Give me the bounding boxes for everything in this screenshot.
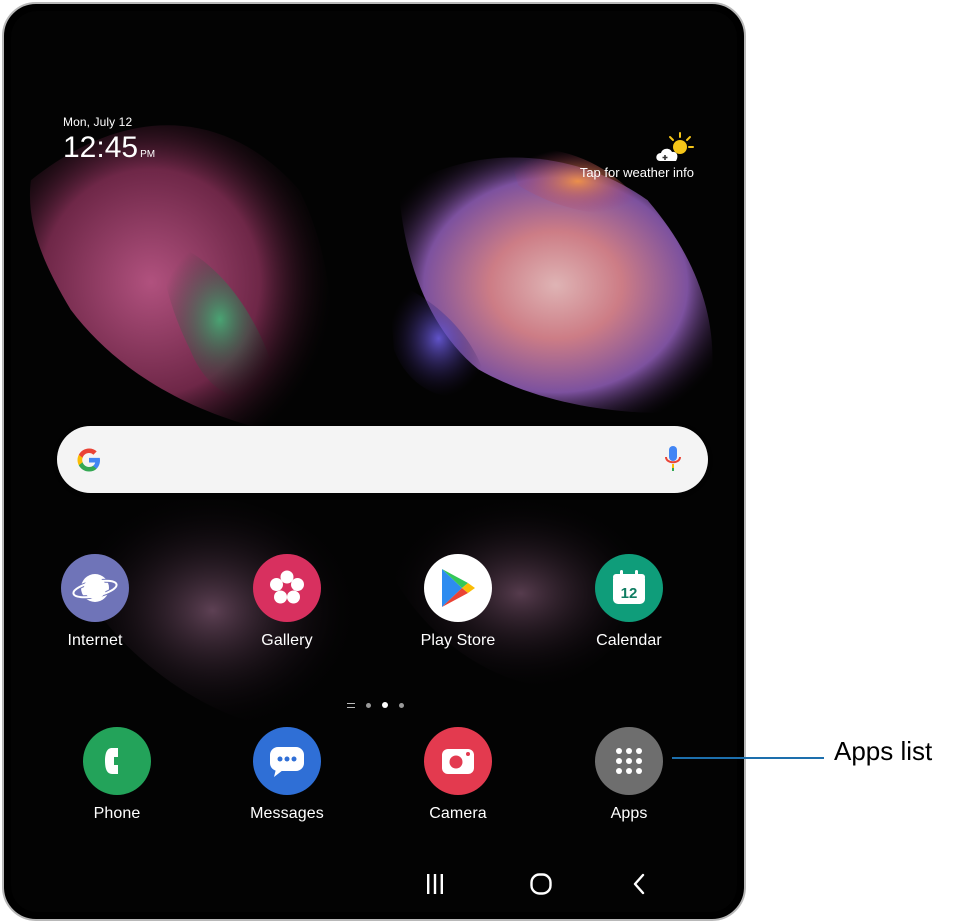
apps-grid-icon bbox=[595, 727, 663, 795]
callout-line bbox=[672, 757, 824, 759]
page-dot bbox=[366, 702, 371, 708]
home-screen: Mon, July 12 12:45 PM Tap for weather inf… bbox=[11, 11, 737, 912]
clock-time-value: 12:45 bbox=[63, 131, 139, 164]
page-dot-active bbox=[382, 702, 388, 708]
app-calendar[interactable]: 12 Calendar bbox=[569, 554, 689, 650]
microphone-icon[interactable] bbox=[664, 444, 682, 474]
app-apps[interactable]: Apps bbox=[569, 727, 689, 823]
recents-icon[interactable] bbox=[426, 872, 444, 896]
clock-widget[interactable]: Mon, July 12 12:45 PM bbox=[63, 115, 155, 165]
app-label: Gallery bbox=[261, 632, 313, 649]
messages-icon bbox=[253, 727, 321, 795]
phone-device: Mon, July 12 12:45 PM Tap for weather inf… bbox=[2, 2, 746, 921]
app-label: Messages bbox=[250, 805, 324, 822]
app-label: Apps bbox=[610, 805, 648, 822]
page-indicator[interactable] bbox=[347, 699, 404, 711]
app-messages[interactable]: Messages bbox=[227, 727, 347, 823]
home-icon[interactable] bbox=[529, 872, 553, 896]
app-label: Play Store bbox=[420, 632, 496, 649]
internet-icon bbox=[61, 554, 129, 622]
app-internet[interactable]: Internet bbox=[35, 554, 155, 650]
calendar-day: 12 bbox=[621, 585, 638, 602]
app-camera[interactable]: Camera bbox=[398, 727, 518, 823]
google-g-icon bbox=[77, 448, 100, 472]
app-label: Phone bbox=[93, 805, 141, 822]
gallery-flower-icon bbox=[253, 554, 321, 622]
app-gallery[interactable]: Gallery bbox=[227, 554, 347, 650]
weather-widget[interactable]: Tap for weather info bbox=[580, 131, 694, 180]
back-icon[interactable] bbox=[631, 872, 647, 896]
page-indicator-home-icon bbox=[347, 702, 355, 708]
play-store-icon bbox=[424, 554, 492, 622]
clock-time: 12:45 PM bbox=[63, 131, 155, 165]
app-label: Internet bbox=[67, 632, 123, 649]
navigation-bar bbox=[11, 860, 737, 912]
app-phone[interactable]: Phone bbox=[57, 727, 177, 823]
app-label: Calendar bbox=[596, 632, 662, 649]
page-dot bbox=[399, 702, 404, 708]
clock-ampm: PM bbox=[140, 149, 156, 160]
weather-label: Tap for weather info bbox=[579, 165, 694, 180]
camera-icon bbox=[424, 727, 492, 795]
calendar-icon: 12 bbox=[595, 554, 663, 622]
app-label: Camera bbox=[429, 805, 487, 822]
google-search-bar[interactable] bbox=[57, 426, 708, 493]
callout-label: Apps list bbox=[834, 736, 933, 766]
sun-cloud-plus-icon bbox=[656, 132, 694, 161]
clock-date: Mon, July 12 bbox=[63, 115, 133, 129]
phone-icon bbox=[83, 727, 151, 795]
app-play-store[interactable]: Play Store bbox=[398, 554, 518, 650]
